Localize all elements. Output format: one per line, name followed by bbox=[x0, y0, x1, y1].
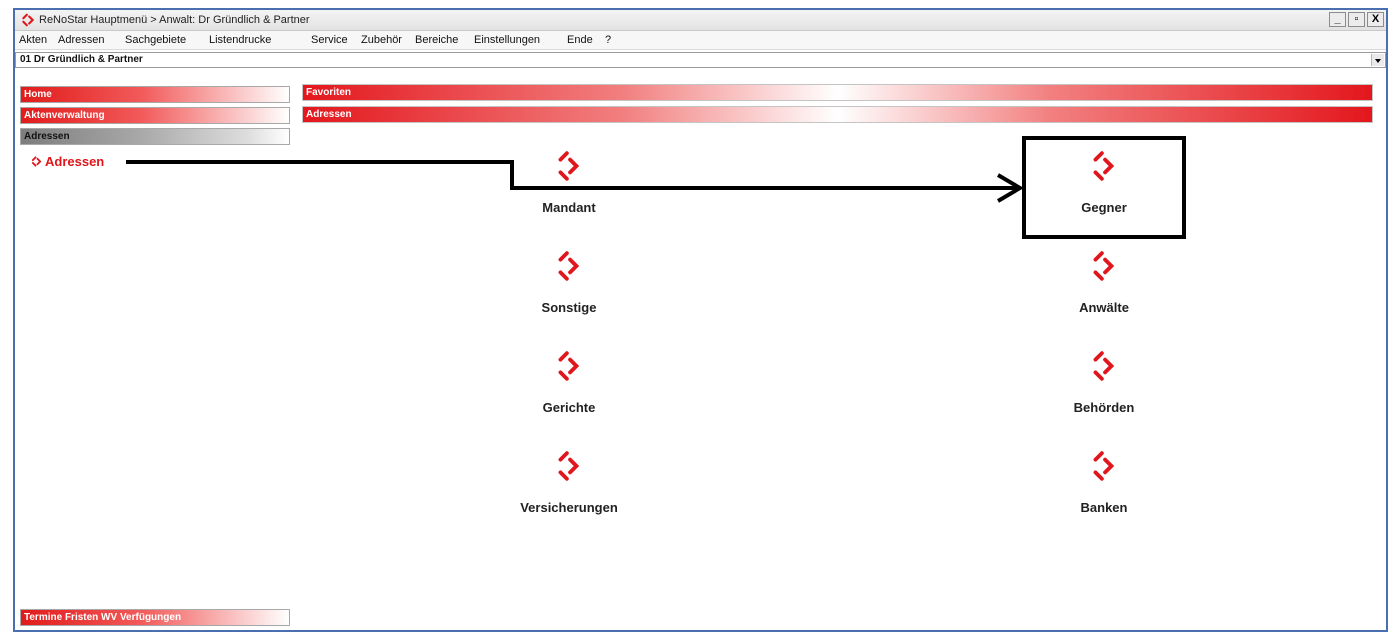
main-window: ReNoStar Hauptmenü > Anwalt: Dr Gründlic… bbox=[13, 8, 1388, 632]
annotation-arrow bbox=[126, 160, 1024, 203]
